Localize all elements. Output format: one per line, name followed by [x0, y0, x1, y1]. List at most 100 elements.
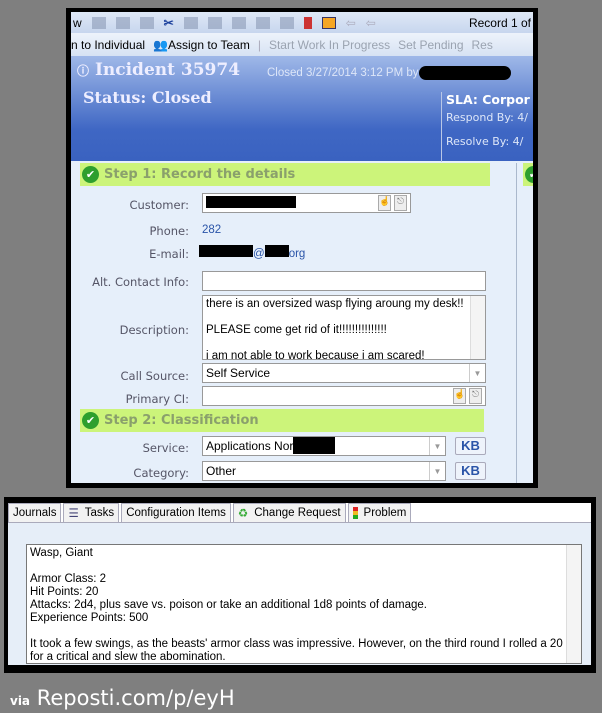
- journal-window-frame: Journals ☰ Tasks Configuration Items ♻ Cha…: [4, 497, 596, 673]
- redacted-name: [418, 66, 511, 80]
- description-text: there is an oversized wasp flying aroung…: [206, 298, 464, 360]
- step2-header: ✔ Step 2: Classification: [80, 409, 484, 432]
- chevron-down-icon[interactable]: ▼: [429, 437, 445, 455]
- step1-header: ✔ Step 1: Record the details: [80, 163, 490, 186]
- incident-number: Incident 35974: [94, 60, 241, 80]
- divider: [441, 92, 442, 162]
- priority-icon[interactable]: [321, 16, 336, 29]
- call-source-value: Self Service: [206, 366, 271, 380]
- primary-ci-field[interactable]: ☝ ⎋: [202, 386, 486, 406]
- watermark: via Reposti.com/p/eyH: [10, 686, 235, 710]
- check-icon: ✔: [525, 166, 533, 183]
- team-icon: 👥: [153, 37, 169, 52]
- flag-icon[interactable]: [303, 16, 312, 29]
- call-source-select[interactable]: Self Service ▼: [202, 363, 486, 383]
- alt-contact-input[interactable]: [202, 271, 486, 291]
- tab-bar: Journals ☰ Tasks Configuration Items ♻ Cha…: [8, 503, 591, 523]
- columns-icon[interactable]: [231, 16, 246, 29]
- service-kb-button[interactable]: KB: [455, 437, 486, 455]
- check-icon: ✔: [82, 412, 99, 429]
- assign-team-label: Assign to Team: [168, 37, 250, 52]
- call-source-label: Call Source:: [120, 369, 190, 383]
- step1-title: Step 1: Record the details: [104, 167, 296, 182]
- paste-icon[interactable]: [183, 16, 198, 29]
- right-step-header: ✔: [523, 163, 533, 186]
- recycle-icon: ♻: [237, 508, 249, 520]
- pick-user-icon[interactable]: ☝: [378, 195, 391, 211]
- journal-text: Wasp, Giant Armor Class: 2 Hit Points: 2…: [30, 547, 563, 663]
- status-label: Status: Closed: [83, 88, 212, 107]
- closed-info: Closed 3/27/2014 3:12 PM by: [267, 66, 511, 80]
- tab-label: Change Request: [254, 507, 341, 519]
- tab-label: Journals: [13, 507, 57, 519]
- redacted-service: [293, 437, 336, 455]
- back-icon[interactable]: ⇦: [346, 16, 356, 30]
- list-icon: ☰: [68, 508, 79, 520]
- alt-contact-label: Alt. Contact Info:: [92, 275, 189, 289]
- main-toolbar: w ✂ ⇦ ⇦ Record 1 of: [71, 12, 533, 33]
- incident-header: ⓘ Incident 35974 Closed 3/27/2014 3:12 P…: [71, 56, 533, 162]
- cut-icon[interactable]: ✂: [164, 16, 174, 30]
- tab-journals[interactable]: Journals: [8, 503, 62, 522]
- assign-team-button[interactable]: 👥Assign to Team: [153, 38, 250, 52]
- incident-window-frame: w ✂ ⇦ ⇦ Record 1 of n to Individual 👥Ass…: [66, 8, 538, 488]
- sla-title: SLA: Corpor: [446, 92, 530, 107]
- info-icon: ⓘ: [77, 64, 90, 78]
- chevron-down-icon[interactable]: ▼: [429, 462, 445, 480]
- refresh-icon[interactable]: [115, 16, 130, 29]
- phone-value: 282: [202, 224, 222, 236]
- category-kb-button[interactable]: KB: [455, 462, 486, 480]
- resolve-button[interactable]: Res: [472, 38, 493, 52]
- print-icon[interactable]: [255, 16, 270, 29]
- clear-icon[interactable]: ⎋: [394, 195, 407, 211]
- resolve-by: Resolve By: 4/: [446, 135, 524, 148]
- step2-title: Step 2: Classification: [104, 413, 259, 428]
- journal-scrollbar[interactable]: [566, 545, 581, 663]
- tab-problem[interactable]: Problem: [347, 503, 412, 522]
- description-label: Description:: [119, 323, 189, 337]
- redacted-email-domain: [264, 245, 289, 257]
- email-tld: org: [288, 248, 306, 260]
- tab-label: Problem: [363, 507, 407, 519]
- redacted-customer: [206, 196, 296, 208]
- start-work-button[interactable]: Start Work In Progress: [269, 38, 390, 52]
- prev-icon[interactable]: ⇦: [366, 16, 376, 30]
- tab-tasks[interactable]: ☰ Tasks: [63, 503, 120, 522]
- description-textarea[interactable]: there is an oversized wasp flying aroung…: [202, 295, 486, 360]
- category-select[interactable]: Other ▼: [202, 461, 446, 481]
- pick-ci-icon[interactable]: ☝: [453, 388, 466, 404]
- tab-configuration-items[interactable]: Configuration Items: [121, 503, 231, 522]
- save-icon[interactable]: [91, 16, 106, 29]
- email-value[interactable]: @ org: [199, 245, 305, 260]
- tab-label: Tasks: [84, 507, 115, 519]
- service-label: Service:: [142, 441, 189, 455]
- wrench-icon[interactable]: [279, 16, 294, 29]
- category-value: Other: [206, 464, 237, 478]
- copy-icon[interactable]: [139, 16, 154, 29]
- tab-label: Configuration Items: [126, 507, 226, 519]
- assign-individual-button[interactable]: n to Individual: [71, 38, 145, 52]
- journal-textarea[interactable]: Wasp, Giant Armor Class: 2 Hit Points: 2…: [26, 544, 582, 664]
- primary-ci-label: Primary CI:: [125, 392, 189, 406]
- set-pending-button[interactable]: Set Pending: [398, 38, 463, 52]
- category-label: Category:: [133, 466, 189, 480]
- closed-text: Closed 3/27/2014 3:12 PM by: [267, 67, 419, 80]
- description-scrollbar[interactable]: [470, 296, 485, 359]
- record-counter: Record 1 of: [468, 15, 531, 30]
- customer-label: Customer:: [129, 198, 189, 212]
- incident-title: ⓘ Incident 35974: [77, 60, 240, 80]
- view-menu[interactable]: w: [73, 16, 82, 30]
- watermark-site: Reposti.com/p/eyH: [36, 686, 235, 710]
- redacted-email-user: [199, 245, 253, 257]
- email-label: E-mail:: [149, 247, 189, 261]
- tab-change-request[interactable]: ♻ Change Request: [232, 503, 346, 522]
- customer-field[interactable]: ☝ ⎋: [202, 193, 411, 213]
- service-select[interactable]: Applications Nor ▼: [202, 436, 446, 456]
- chevron-down-icon[interactable]: ▼: [469, 364, 485, 382]
- email-at: @: [253, 248, 265, 260]
- clear-icon[interactable]: ⎋: [469, 388, 482, 404]
- phone-label: Phone:: [149, 224, 190, 238]
- action-toolbar: n to Individual 👥Assign to Team | Start …: [71, 33, 533, 56]
- respond-by: Respond By: 4/: [446, 111, 528, 124]
- attach-icon[interactable]: [207, 16, 222, 29]
